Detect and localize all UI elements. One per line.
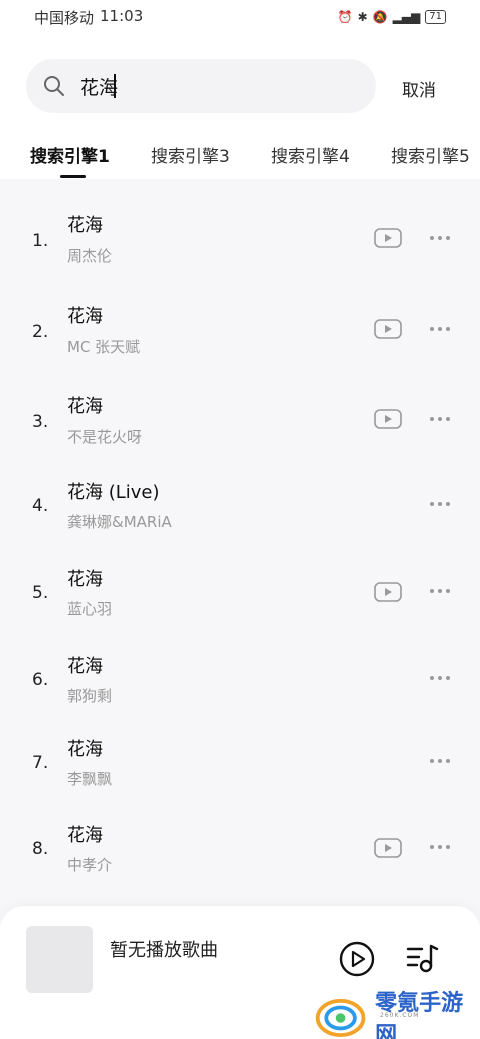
song-title: 花海 (Live) bbox=[67, 482, 160, 503]
now-playing-text: 暂无播放歌曲 bbox=[110, 940, 218, 961]
video-play-icon[interactable] bbox=[374, 582, 402, 602]
list-item[interactable]: 2. 花海 MC 张天赋 bbox=[0, 296, 480, 376]
list-item[interactable]: 3. 花海 不是花火呀 bbox=[0, 386, 480, 466]
artist-name: MC 张天赋 bbox=[67, 338, 141, 356]
alarm-icon: ⏰ bbox=[337, 10, 353, 24]
status-icons: ⏰ ✱ 🔕 ▂▄▆ 71 bbox=[338, 10, 446, 24]
engine-tabs: 搜索引擎1 搜索引擎3 搜索引擎4 搜索引擎5 bbox=[0, 138, 480, 178]
clock: 11:03 bbox=[100, 6, 144, 25]
battery-icon: 71 bbox=[425, 10, 446, 24]
mute-icon: 🔕 bbox=[372, 10, 388, 24]
playlist-icon[interactable] bbox=[406, 942, 440, 974]
song-title: 花海 bbox=[67, 569, 103, 590]
cancel-button[interactable]: 取消 bbox=[402, 76, 436, 101]
play-icon[interactable] bbox=[339, 941, 375, 977]
artist-name: 蓝心羽 bbox=[67, 600, 113, 618]
song-title: 花海 bbox=[67, 396, 103, 417]
song-title: 花海 bbox=[67, 656, 103, 677]
tab-engine-1[interactable]: 搜索引擎1 bbox=[30, 142, 110, 167]
result-index: 7. bbox=[32, 753, 49, 773]
app-screen: 中国移动 11:03 ⏰ ✱ 🔕 ▂▄▆ 71 花海 取消 搜索引擎1 搜索引擎… bbox=[0, 0, 480, 1039]
result-index: 8. bbox=[32, 839, 49, 859]
result-index: 5. bbox=[32, 583, 49, 603]
bluetooth-icon: ✱ bbox=[357, 10, 368, 24]
search-icon bbox=[44, 76, 64, 96]
artist-name: 中孝介 bbox=[67, 856, 113, 874]
list-item[interactable]: 1. 花海 周杰伦 bbox=[0, 205, 480, 285]
more-icon[interactable] bbox=[426, 496, 454, 512]
artist-name: 李飘飘 bbox=[67, 770, 113, 788]
list-item[interactable]: 7. 花海 李飘飘 bbox=[0, 731, 480, 811]
video-play-icon[interactable] bbox=[374, 409, 402, 429]
watermark: 零氪手游网 260K.COM bbox=[312, 985, 480, 1039]
video-play-icon[interactable] bbox=[374, 228, 402, 248]
artist-name: 周杰伦 bbox=[67, 247, 113, 265]
active-tab-indicator bbox=[60, 175, 86, 178]
list-item[interactable]: 6. 花海 郭狗剩 bbox=[0, 648, 480, 728]
result-index: 4. bbox=[32, 496, 49, 516]
result-index: 2. bbox=[32, 322, 49, 342]
status-bar: 中国移动 11:03 ⏰ ✱ 🔕 ▂▄▆ 71 bbox=[0, 0, 480, 34]
watermark-sub: 260K.COM bbox=[380, 1012, 420, 1019]
watermark-logo-icon bbox=[315, 998, 366, 1038]
more-icon[interactable] bbox=[426, 753, 454, 769]
video-play-icon[interactable] bbox=[374, 319, 402, 339]
list-item[interactable]: 4. 花海 (Live) 龚琳娜&MARiA bbox=[0, 474, 480, 554]
list-item[interactable]: 8. 花海 中孝介 bbox=[0, 817, 480, 897]
signal-icon: ▂▄▆ bbox=[392, 10, 421, 24]
search-box[interactable]: 花海 bbox=[26, 59, 376, 113]
artist-name: 龚琳娜&MARiA bbox=[67, 513, 172, 531]
artist-name: 郭狗剩 bbox=[67, 687, 113, 705]
carrier-label: 中国移动 bbox=[34, 8, 95, 27]
search-header: 花海 取消 搜索引擎1 搜索引擎3 搜索引擎4 搜索引擎5 bbox=[0, 34, 480, 179]
song-title: 花海 bbox=[67, 825, 103, 846]
artist-name: 不是花火呀 bbox=[67, 428, 143, 446]
more-icon[interactable] bbox=[426, 230, 454, 246]
list-item[interactable]: 5. 花海 蓝心羽 bbox=[0, 561, 480, 641]
song-title: 花海 bbox=[67, 739, 103, 760]
tab-engine-3[interactable]: 搜索引擎3 bbox=[151, 142, 230, 167]
song-title: 花海 bbox=[67, 306, 103, 327]
song-title: 花海 bbox=[67, 215, 103, 236]
result-index: 6. bbox=[32, 670, 49, 690]
result-index: 3. bbox=[32, 412, 49, 432]
more-icon[interactable] bbox=[426, 670, 454, 686]
video-play-icon[interactable] bbox=[374, 838, 402, 858]
tab-engine-5[interactable]: 搜索引擎5 bbox=[391, 142, 470, 167]
more-icon[interactable] bbox=[426, 583, 454, 599]
status-left: 中国移动 11:03 bbox=[34, 7, 143, 28]
album-cover[interactable] bbox=[26, 926, 93, 993]
more-icon[interactable] bbox=[426, 321, 454, 337]
text-caret bbox=[114, 74, 116, 98]
search-input[interactable]: 花海 bbox=[80, 73, 340, 100]
result-index: 1. bbox=[32, 231, 49, 251]
tab-engine-4[interactable]: 搜索引擎4 bbox=[271, 142, 350, 167]
more-icon[interactable] bbox=[426, 411, 454, 427]
more-icon[interactable] bbox=[426, 839, 454, 855]
